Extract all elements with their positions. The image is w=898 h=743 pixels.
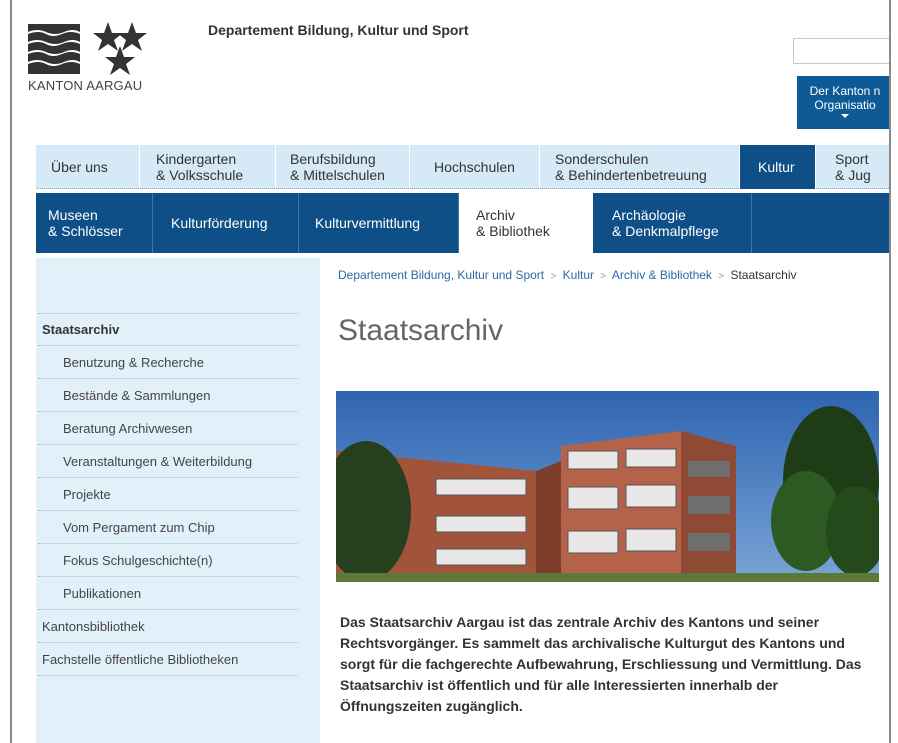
breadcrumb-separator: >	[600, 271, 607, 282]
sidebar: Staatsarchiv Benutzung & Recherche Bestä…	[36, 258, 320, 743]
sub-nav-label: & Bibliothek	[476, 223, 550, 239]
main-nav-hochschulen[interactable]: Hochschulen	[410, 145, 540, 189]
sub-navigation: Museen & Schlösser Kulturförderung Kultur…	[36, 193, 889, 253]
sub-nav-label: Kulturvermittlung	[315, 215, 421, 231]
main-nav-label: & Volksschule	[156, 167, 244, 183]
main-nav-label: Hochschulen	[434, 159, 515, 175]
sub-nav-filler	[752, 193, 889, 253]
intro-paragraph: Das Staatsarchiv Aargau ist das zentrale…	[340, 614, 862, 714]
organisation-dropdown-button[interactable]: Der Kanton n Organisatio	[797, 76, 889, 129]
sidebar-item-schulgeschichte[interactable]: Fokus Schulgeschichte(n)	[38, 544, 298, 577]
main-nav-ueber-uns[interactable]: Über uns	[36, 145, 140, 189]
caret-down-icon	[841, 114, 849, 118]
main-nav-label: Kultur	[758, 159, 795, 175]
sub-nav-label: & Schlösser	[48, 223, 123, 239]
main-nav-sonderschulen[interactable]: Sonderschulen & Behindertenbetreuung	[540, 145, 740, 189]
main-nav-label: Über uns	[51, 159, 108, 175]
sidebar-item-kantonsbibliothek[interactable]: Kantonsbibliothek	[38, 610, 298, 643]
sub-nav-label: Archiv	[476, 207, 515, 223]
sidebar-item-veranstaltungen[interactable]: Veranstaltungen & Weiterbildung	[38, 445, 298, 478]
logo-text: KANTON AARGAU	[28, 78, 143, 93]
sub-nav-archaeologie[interactable]: Archäologie & Denkmalpflege	[593, 193, 752, 253]
org-button-label-1: Der Kanton n	[809, 84, 881, 98]
sidebar-item-staatsarchiv[interactable]: Staatsarchiv	[38, 313, 298, 346]
sidebar-menu: Staatsarchiv Benutzung & Recherche Bestä…	[38, 313, 298, 676]
page-title: Staatsarchiv	[338, 314, 504, 347]
sub-nav-kulturvermittlung[interactable]: Kulturvermittlung	[299, 193, 459, 253]
sidebar-item-beratung[interactable]: Beratung Archivwesen	[38, 412, 298, 445]
wave-stars-icon	[28, 22, 147, 75]
main-nav-label: Sonderschulen	[555, 151, 649, 167]
breadcrumb-link-departement[interactable]: Departement Bildung, Kultur und Sport	[338, 268, 544, 282]
sub-nav-label: & Denkmalpflege	[612, 223, 719, 239]
breadcrumb-current: Staatsarchiv	[730, 268, 797, 282]
main-nav-label: Berufsbildung	[290, 151, 376, 167]
breadcrumb-separator: >	[718, 271, 725, 282]
main-nav-label: & Mittelschulen	[290, 167, 385, 183]
sidebar-item-publikationen[interactable]: Publikationen	[38, 577, 298, 610]
sub-nav-museen[interactable]: Museen & Schlösser	[36, 193, 153, 253]
sidebar-item-bestaende[interactable]: Bestände & Sammlungen	[38, 379, 298, 412]
main-nav-label: Kindergarten	[156, 151, 237, 167]
org-button-label-2: Organisatio	[814, 98, 876, 112]
department-title: Departement Bildung, Kultur und Sport	[208, 22, 469, 38]
main-nav-kindergarten[interactable]: Kindergarten & Volksschule	[140, 145, 276, 189]
main-nav-kultur[interactable]: Kultur	[740, 145, 816, 189]
main-nav-berufsbildung[interactable]: Berufsbildung & Mittelschulen	[276, 145, 410, 189]
sub-nav-label: Kulturförderung	[171, 215, 268, 231]
main-nav-label: Sport	[835, 151, 869, 167]
staatsarchiv-building-image	[336, 391, 879, 582]
breadcrumb-separator: >	[550, 271, 557, 282]
sub-nav-label: Museen	[48, 207, 98, 223]
main-nav-sport[interactable]: Sport & Jug	[816, 145, 889, 189]
browser-frame: KANTON AARGAU Departement Bildung, Kultu…	[10, 0, 891, 743]
breadcrumb: Departement Bildung, Kultur und Sport > …	[338, 268, 796, 282]
sub-nav-archiv-bibliothek[interactable]: Archiv & Bibliothek	[459, 193, 593, 253]
main-nav-label: & Behindertenbetreuung	[555, 167, 707, 183]
sidebar-item-benutzung[interactable]: Benutzung & Recherche	[38, 346, 298, 379]
main-navigation: Über uns Kindergarten & Volksschule Beruf…	[36, 145, 889, 189]
search-input[interactable]	[793, 38, 889, 64]
sidebar-item-projekte[interactable]: Projekte	[38, 478, 298, 511]
main-nav-label: & Jug	[835, 167, 871, 183]
sub-nav-label: Archäologie	[612, 207, 686, 223]
breadcrumb-link-kultur[interactable]: Kultur	[563, 268, 594, 282]
sidebar-item-fachstelle[interactable]: Fachstelle öffentliche Bibliotheken	[38, 643, 298, 676]
sub-nav-kulturfoerderung[interactable]: Kulturförderung	[153, 193, 299, 253]
sidebar-item-pergament[interactable]: Vom Pergament zum Chip	[38, 511, 298, 544]
breadcrumb-link-archiv[interactable]: Archiv & Bibliothek	[612, 268, 712, 282]
